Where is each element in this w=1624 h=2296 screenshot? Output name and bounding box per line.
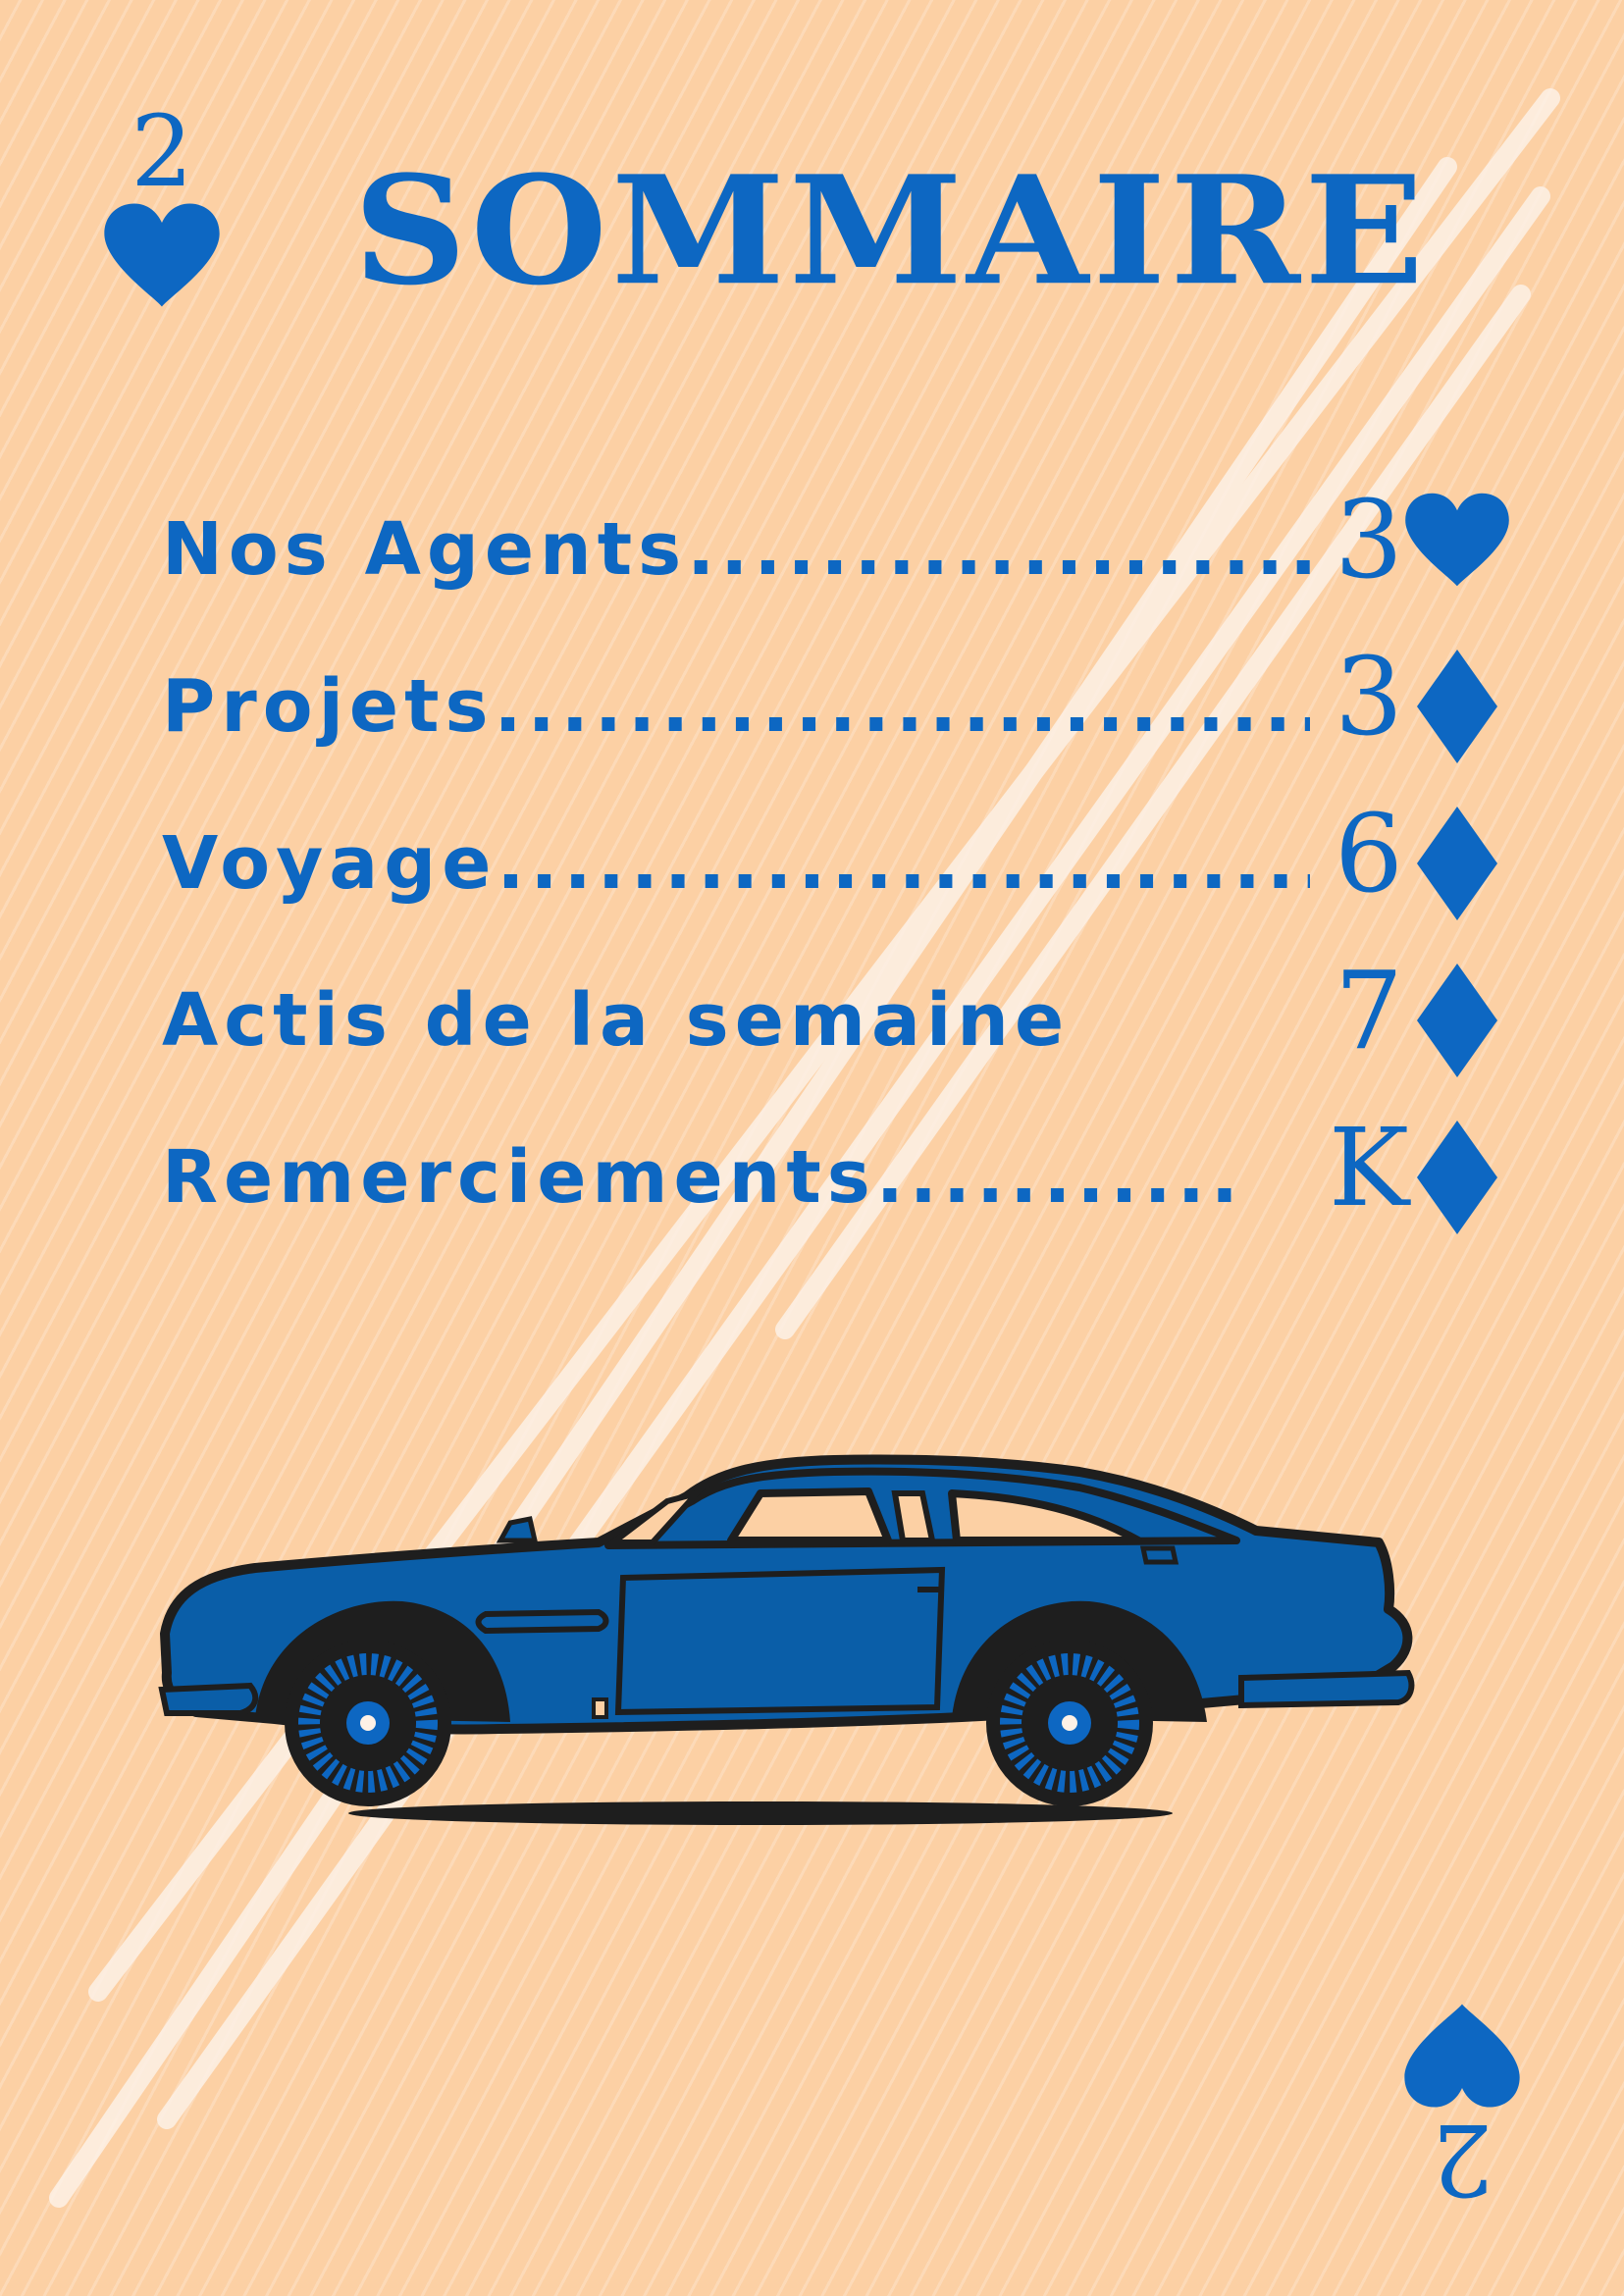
corner-index-bottom-right: 2 bbox=[1398, 2002, 1526, 2217]
toc-item-nos-agents[interactable]: Nos Agents....................... 3 bbox=[162, 481, 1516, 638]
heart-icon bbox=[104, 203, 220, 307]
toc-item-label: Remerciements........... bbox=[162, 1135, 1245, 1220]
toc-item-label: Projets.................................… bbox=[162, 664, 1310, 749]
toc-item-label: Actis de la semaine bbox=[162, 978, 1071, 1063]
page: 2 SOMMAIRE Nos Agents...................… bbox=[0, 0, 1624, 2296]
car-shadow bbox=[348, 1801, 1173, 1825]
toc-item-label: Voyage.................................. bbox=[162, 821, 1310, 906]
toc-item-voyage[interactable]: Voyage..................................… bbox=[162, 795, 1516, 952]
page-title: SOMMAIRE bbox=[353, 142, 1429, 319]
car-illustration bbox=[158, 1454, 1415, 1825]
corner-rank: 2 bbox=[1431, 2102, 1493, 2217]
corner-rank: 2 bbox=[131, 94, 193, 209]
diamond-icon bbox=[1417, 964, 1497, 1077]
table-of-contents: Nos Agents....................... 3 Proj… bbox=[162, 481, 1516, 1266]
diamond-icon bbox=[1417, 807, 1497, 920]
toc-item-actis-de-la-semaine[interactable]: Actis de la semaine 7 bbox=[162, 952, 1516, 1109]
heart-icon bbox=[1405, 493, 1509, 587]
corner-index-top-left: 2 bbox=[98, 103, 226, 309]
toc-item-projets[interactable]: Projets.................................… bbox=[162, 638, 1516, 795]
diamond-icon bbox=[1417, 650, 1497, 763]
toc-item-label: Nos Agents....................... bbox=[162, 507, 1310, 592]
heart-icon bbox=[1404, 2004, 1520, 2108]
toc-item-remerciements[interactable]: Remerciements........... K bbox=[162, 1109, 1516, 1266]
diamond-icon bbox=[1417, 1121, 1497, 1234]
